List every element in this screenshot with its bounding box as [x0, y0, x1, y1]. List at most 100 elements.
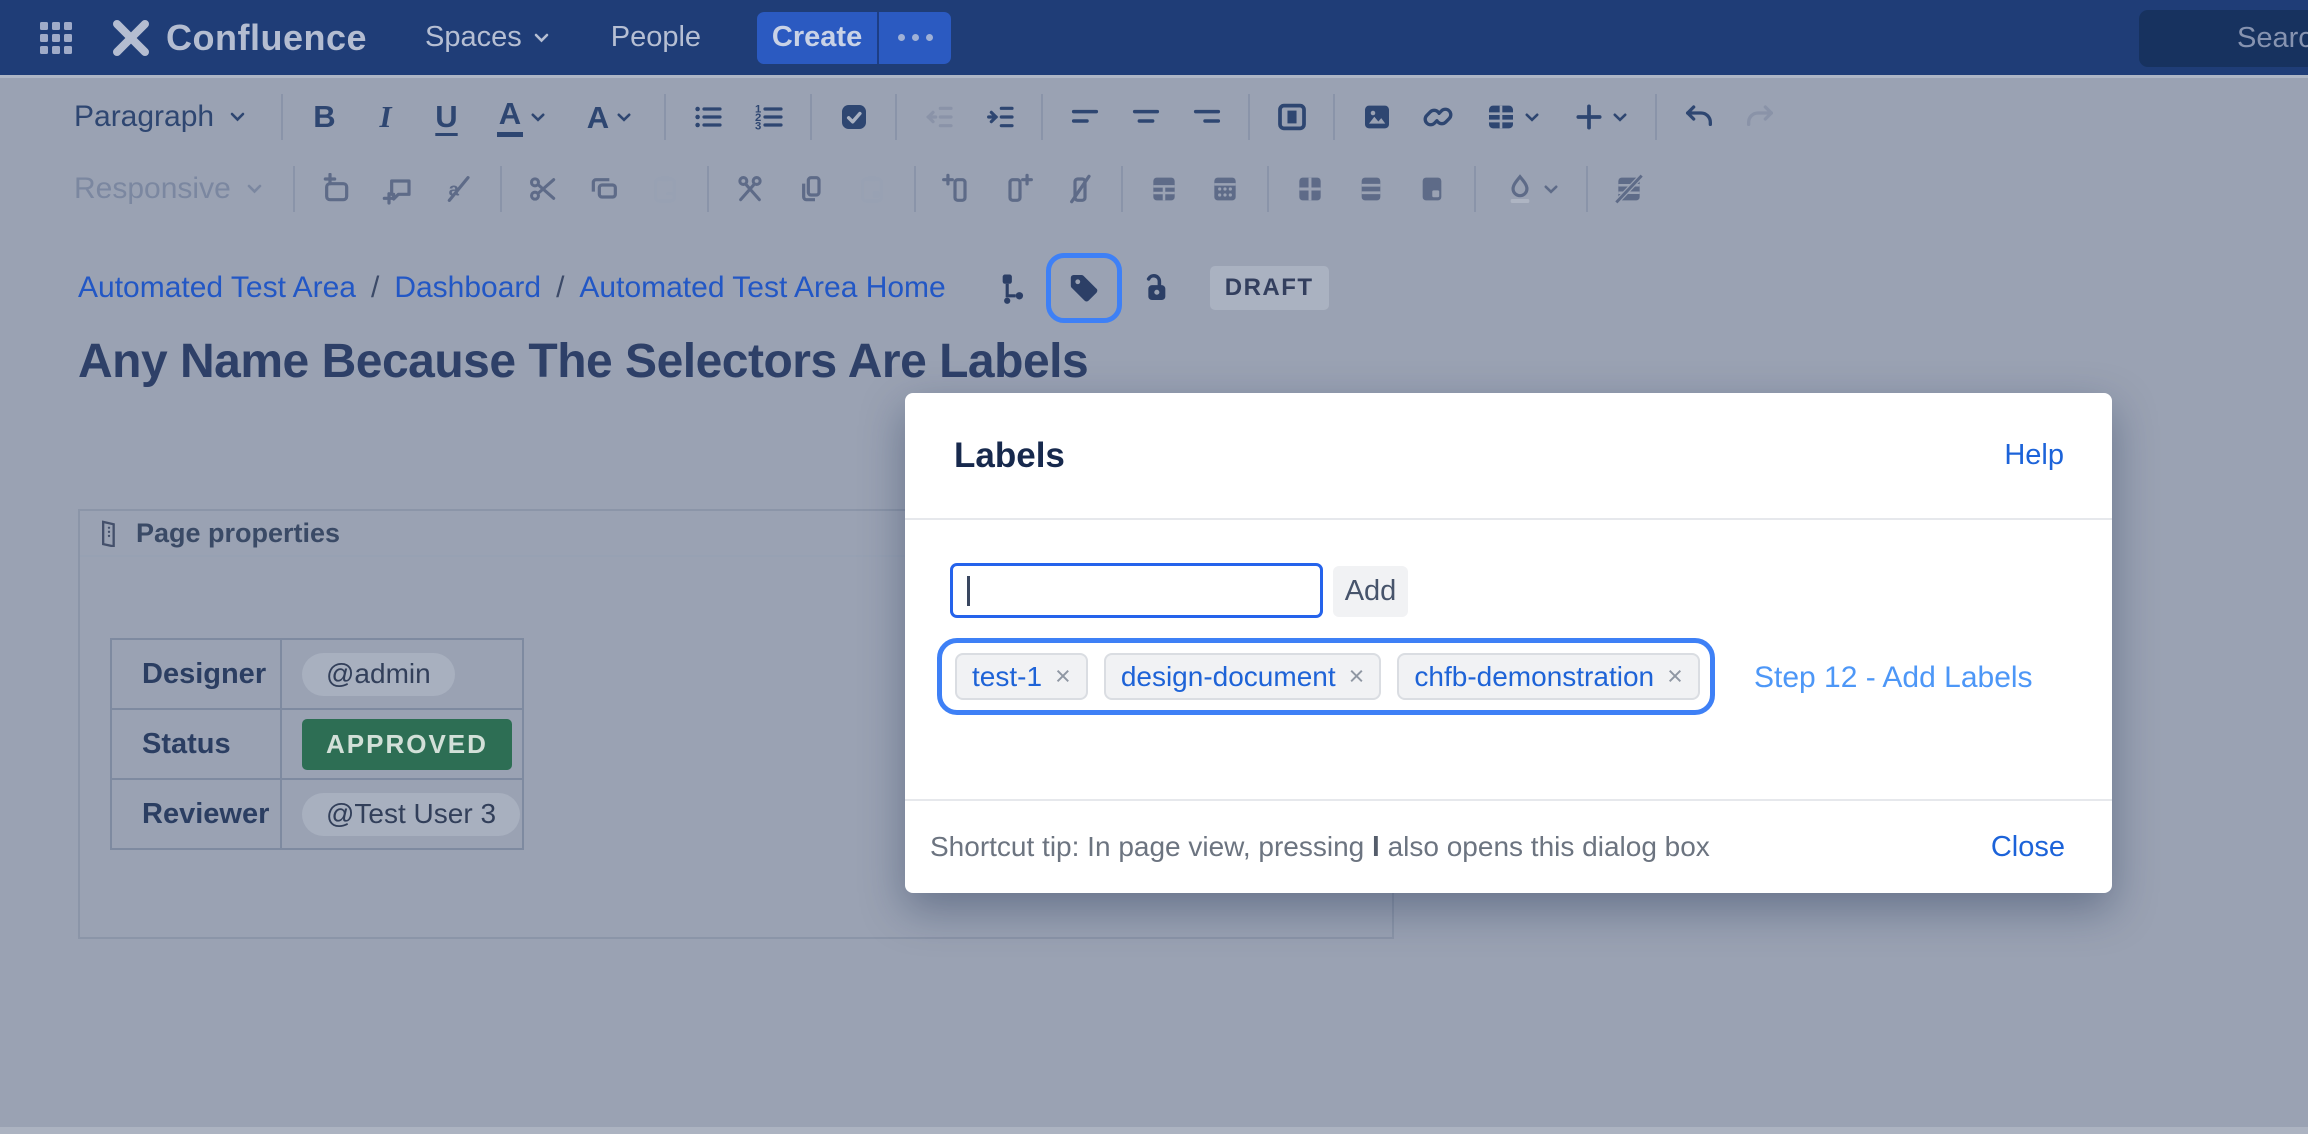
cell-color-button[interactable] [1487, 158, 1575, 220]
cell-options-button[interactable] [1402, 158, 1463, 220]
inline-comment-button[interactable] [367, 158, 428, 220]
page-layout-button[interactable] [1261, 86, 1322, 148]
draft-badge: DRAFT [1210, 266, 1329, 310]
page-layout-icon [1276, 101, 1308, 133]
insert-cell-button[interactable] [306, 158, 367, 220]
delete-column-button[interactable] [1049, 158, 1110, 220]
task-checkbox-icon [838, 101, 870, 133]
property-label-cell[interactable]: Reviewer [111, 779, 281, 849]
cell-corner-icon [1416, 173, 1448, 205]
redo-button[interactable] [1729, 86, 1790, 148]
cut-button[interactable] [513, 158, 574, 220]
label-pill[interactable]: test-1 × [955, 653, 1088, 700]
labels-dialog-title: Labels [954, 436, 1065, 476]
undo-button[interactable] [1668, 86, 1729, 148]
property-value-cell[interactable]: APPROVED [281, 709, 523, 779]
copy-row-button[interactable] [781, 158, 842, 220]
search-input[interactable]: Search [2139, 10, 2308, 67]
label-pill[interactable]: design-document × [1104, 653, 1382, 700]
text-color-button[interactable]: A [477, 86, 565, 148]
table-numbered-icon [1209, 173, 1241, 205]
split-cells-button[interactable] [1341, 158, 1402, 220]
delete-table-button[interactable] [1599, 158, 1660, 220]
paragraph-style-dropdown[interactable]: Paragraph [74, 100, 250, 134]
remove-label-button[interactable]: × [1667, 663, 1683, 690]
insert-more-button[interactable] [1556, 86, 1644, 148]
labels-button[interactable] [1046, 253, 1122, 323]
cut-row-button[interactable] [720, 158, 781, 220]
chevron-down-icon [230, 112, 245, 122]
create-button[interactable]: Create [757, 12, 877, 64]
column-insert-right-icon [1002, 173, 1034, 205]
chevron-down-icon [617, 113, 631, 122]
insert-image-button[interactable] [1346, 86, 1407, 148]
outdent-icon [923, 101, 955, 133]
outdent-button[interactable] [908, 86, 969, 148]
breadcrumb: Automated Test Area / Dashboard / Automa… [78, 252, 1329, 324]
undo-icon [1683, 101, 1715, 133]
italic-button[interactable]: I [355, 86, 416, 148]
breadcrumb-link-dashboard[interactable]: Dashboard [394, 271, 541, 305]
responsive-dropdown[interactable]: Responsive [74, 172, 262, 206]
align-center-icon [1130, 101, 1162, 133]
label-pill[interactable]: chfb-demonstration × [1397, 653, 1699, 700]
label-input[interactable] [950, 563, 1323, 618]
table-row: Status APPROVED [111, 709, 523, 779]
labels-highlight-ring: test-1 × design-document × chfb-demonstr… [937, 638, 1715, 715]
remove-formatting-button[interactable]: a [428, 158, 489, 220]
close-button[interactable]: Close [1991, 831, 2065, 864]
remove-label-button[interactable]: × [1055, 663, 1071, 690]
remove-label-button[interactable]: × [1349, 663, 1365, 690]
svg-text:3: 3 [755, 121, 761, 133]
table-row: Reviewer @Test User 3 [111, 779, 523, 849]
breadcrumb-separator: / [556, 271, 564, 305]
spaces-dropdown[interactable]: Spaces [425, 21, 549, 54]
breadcrumb-link-space[interactable]: Automated Test Area [78, 271, 356, 305]
confluence-logo[interactable]: Confluence [110, 17, 367, 59]
page-tree-button[interactable] [988, 262, 1040, 314]
underline-button[interactable]: U [416, 86, 477, 148]
paste-button[interactable] [635, 158, 696, 220]
align-left-button[interactable] [1054, 86, 1115, 148]
align-right-button[interactable] [1176, 86, 1237, 148]
align-left-icon [1069, 101, 1101, 133]
split-cells-icon [1355, 173, 1387, 205]
add-button[interactable]: Add [1333, 566, 1408, 617]
table-delete-icon [1613, 173, 1645, 205]
task-list-button[interactable] [823, 86, 884, 148]
people-link[interactable]: People [611, 21, 701, 54]
confluence-logo-icon [110, 19, 152, 57]
window-bottom-edge [0, 1127, 2308, 1134]
restrictions-button[interactable] [1128, 262, 1180, 314]
insert-column-before-button[interactable] [927, 158, 988, 220]
label-text: test-1 [972, 661, 1042, 693]
property-label-cell[interactable]: Status [111, 709, 281, 779]
merge-cells-button[interactable] [1280, 158, 1341, 220]
insert-link-button[interactable] [1407, 86, 1468, 148]
app-switcher-button[interactable] [34, 16, 78, 60]
ellipsis-icon [898, 34, 905, 41]
align-center-button[interactable] [1115, 86, 1176, 148]
help-link[interactable]: Help [2004, 439, 2064, 472]
labels-dialog-body: Add test-1 × design-document × chfb-demo… [905, 520, 2112, 799]
property-label-cell[interactable]: Designer [111, 639, 281, 709]
underline-icon: U [435, 99, 457, 135]
more-formatting-button[interactable]: A [565, 86, 653, 148]
numbered-rows-button[interactable] [1195, 158, 1256, 220]
copy-button[interactable] [574, 158, 635, 220]
numbered-list-button[interactable]: 123 [738, 86, 799, 148]
insert-column-after-button[interactable] [988, 158, 1049, 220]
chevron-down-icon [1613, 113, 1627, 122]
bullet-list-button[interactable] [677, 86, 738, 148]
labels-dialog-header: Labels Help [905, 393, 2112, 520]
indent-button[interactable] [969, 86, 1030, 148]
breadcrumb-link-page[interactable]: Automated Test Area Home [579, 271, 945, 305]
property-value-cell[interactable]: @admin [281, 639, 523, 709]
header-row-button[interactable] [1134, 158, 1195, 220]
page-title-input[interactable]: Any Name Because The Selectors Are Label… [78, 334, 1088, 389]
create-more-button[interactable] [877, 12, 951, 64]
insert-table-button[interactable] [1468, 86, 1556, 148]
property-value-cell[interactable]: @Test User 3 [281, 779, 523, 849]
bold-button[interactable]: B [294, 86, 355, 148]
paste-row-button[interactable] [842, 158, 903, 220]
